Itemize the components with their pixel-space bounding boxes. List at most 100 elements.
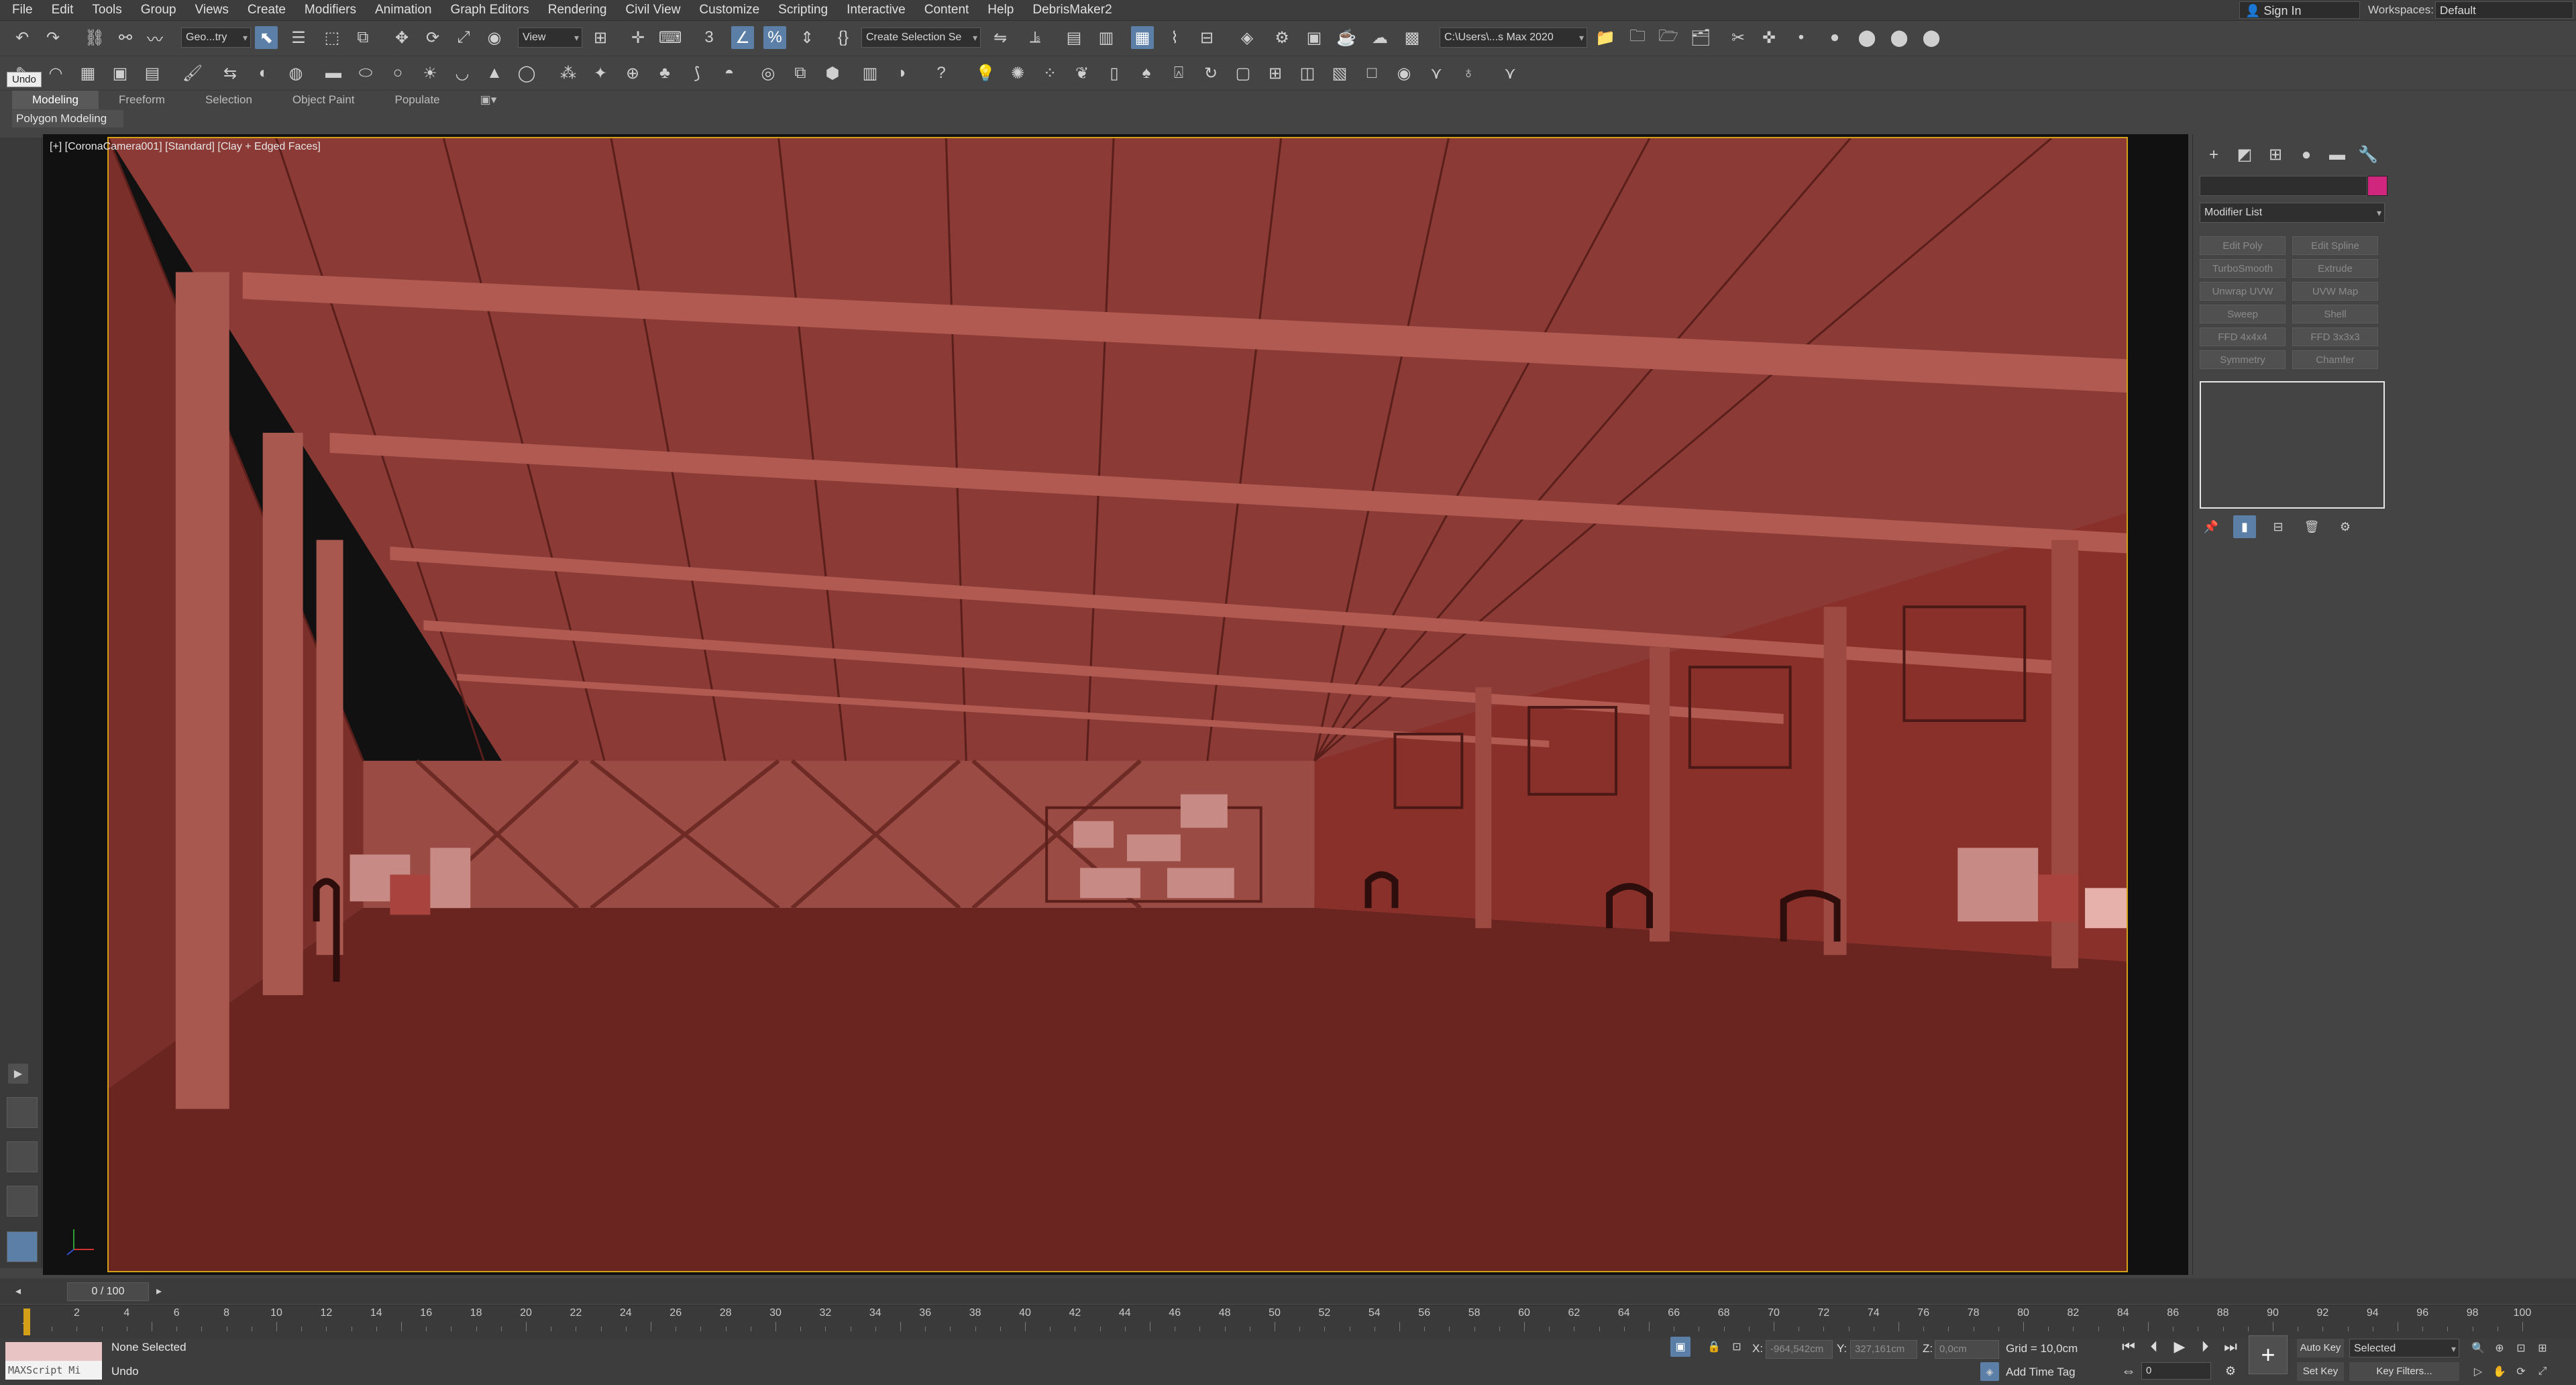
menu-animation[interactable]: Animation [366,0,441,20]
scatter-icon[interactable]: ⁂ [557,62,580,85]
menu-views[interactable]: Views [186,0,238,20]
menu-content[interactable]: Content [915,0,979,20]
place-icon[interactable]: ◉ [483,26,506,49]
debris-xl-sphere-icon[interactable]: ⬤ [1920,26,1943,49]
help-circle-icon[interactable]: ? [930,62,953,85]
utilities-icon[interactable]: 🔧 [2355,144,2381,166]
uvw-map-button[interactable]: UVW Map [2292,282,2378,301]
menu-interactive[interactable]: Interactive [837,0,915,20]
set-project-icon[interactable]: 📁 [1594,26,1617,49]
key-mode-icon[interactable]: ⇔ [2118,1361,2139,1381]
configure-modifier-sets-icon[interactable]: ⚙ [2334,515,2357,538]
layout-single-icon[interactable] [7,1231,38,1262]
save-project-icon[interactable]: 🗁 [1657,26,1680,49]
angle-snap-icon[interactable]: ∠ [731,26,754,49]
debris-dot-small-icon[interactable]: • [1790,26,1813,49]
shell-button[interactable]: Shell [2292,305,2378,323]
menu-rendering[interactable]: Rendering [539,0,616,20]
next-frame-icon[interactable]: ⏵ [2195,1337,2215,1357]
snaps-toggle-icon[interactable]: 3 [698,26,720,49]
globe-icon[interactable]: ◎ [757,62,780,85]
modify-icon[interactable]: ◩ [2232,144,2257,166]
edit-named-sel-icon[interactable]: {} [832,26,855,49]
select-manipulate-icon[interactable]: ✛ [627,26,649,49]
material-slot-icon[interactable]: ◍ [284,62,307,85]
maxscript-listener[interactable]: MAXScript Mi [5,1342,102,1380]
menu-modifiers[interactable]: Modifiers [295,0,366,20]
set-keys-icon[interactable]: + [2249,1335,2288,1374]
transform-toolbox-icon[interactable]: ⇆ [219,62,241,85]
toggle-ribbon-icon[interactable]: ▦ [1131,26,1154,49]
tab-object-paint[interactable]: Object Paint [272,91,375,109]
go-to-start-icon[interactable]: ⏮ [2118,1337,2139,1357]
scene-explorer-icon[interactable]: ▤ [1063,26,1085,49]
cone-primitive-icon[interactable]: ▲ [483,62,506,85]
window-crossing-icon[interactable]: ⧉ [352,26,374,49]
frame-counter[interactable]: 0 / 100 [67,1282,149,1301]
menu-file[interactable]: File [3,0,42,20]
sweep-button[interactable]: Sweep [2200,305,2286,323]
schematic-view-icon[interactable]: ⊟ [1195,26,1218,49]
auto-key-button[interactable]: Auto Key [2297,1339,2344,1357]
tree-icon[interactable]: ♠ [1135,62,1158,85]
create-icon[interactable]: + [2201,144,2226,166]
select-by-name-icon[interactable]: ☰ [287,26,310,49]
time-tag-icon[interactable]: ◈ [1980,1362,1999,1381]
pan-view-icon[interactable]: ✋ [2490,1362,2509,1381]
absolute-mode-icon[interactable]: ⊡ [1727,1337,1747,1357]
make-unique-icon[interactable]: ⊟ [2267,515,2290,538]
xref-icon[interactable]: ▤ [141,62,164,85]
tab-selection[interactable]: Selection [185,91,272,109]
material-editor-icon[interactable]: ◈ [1236,26,1258,49]
playhead[interactable] [23,1309,30,1335]
tab-populate[interactable]: Populate [375,91,460,109]
layout-split-icon[interactable] [7,1141,38,1172]
asset-tracking-icon[interactable]: ▩ [1401,26,1424,49]
proxy-icon[interactable]: ⊕ [621,62,644,85]
modifier-stack[interactable] [2200,381,2385,509]
debris-dot-icon[interactable]: ● [1823,26,1846,49]
plant-icon[interactable]: ❦ [1071,62,1093,85]
scale-icon[interactable]: ⤢ [452,26,475,49]
project-settings-icon[interactable]: 🗂 [1689,26,1712,49]
camera-viewport[interactable] [107,137,2128,1272]
square-icon[interactable]: □ [1360,62,1383,85]
select-object-icon[interactable]: ⬉ [255,26,278,49]
pivot-icon[interactable]: ⊞ [589,26,612,49]
render-elements-icon[interactable]: ⬢ [821,62,844,85]
motion-icon[interactable]: ● [2294,144,2319,166]
zoom-extents-icon[interactable]: ⊡ [2512,1339,2530,1357]
polygon-modeling-label[interactable]: Polygon Modeling [12,110,123,127]
track-bar[interactable]: ⟋ 02468101214161820222426283032343638404… [0,1305,2576,1339]
ribbon-options-icon[interactable]: ▣▾ [460,91,517,109]
rect-selection-icon[interactable]: ⬚ [321,26,343,49]
selection-filter-dropdown[interactable]: Geo...try [181,28,251,48]
time-slider[interactable]: ◂ ▸ [0,1278,2576,1304]
align-icon[interactable]: ⫡ [1024,26,1046,49]
previous-frame-icon[interactable]: ⏴ [2144,1337,2164,1357]
sphere-primitive-icon[interactable]: ○ [386,62,409,85]
lasso-icon[interactable]: ◠ [44,62,67,85]
display-icon[interactable]: ▬ [2324,144,2350,166]
double-chevron-icon[interactable]: ⋎ [1425,62,1448,85]
book-icon[interactable]: ▯ [1103,62,1126,85]
frame-icon[interactable]: ▢ [1232,62,1254,85]
mirror-icon[interactable]: ⇋ [989,26,1012,49]
add-time-tag[interactable]: Add Time Tag [2006,1366,2076,1379]
tab-freeform[interactable]: Freeform [99,91,185,109]
image-icon[interactable]: ▧ [1328,62,1351,85]
grid-snap-icon[interactable]: ▦ [76,62,99,85]
gear-light-icon[interactable]: ✺ [1006,62,1029,85]
turbosmooth-button[interactable]: TurboSmooth [2200,259,2286,278]
menu-help[interactable]: Help [978,0,1023,20]
rock-icon[interactable]: ◓ [718,62,741,85]
refresh-icon[interactable]: ↻ [1199,62,1222,85]
layout-triple-icon[interactable] [7,1186,38,1217]
box-primitive-icon[interactable]: ▬ [322,62,345,85]
project-folder-icon[interactable]: 🗀 [1626,26,1649,49]
zoom-icon[interactable]: 🔍 [2469,1339,2487,1357]
zoom-extents-all-icon[interactable]: ⊞ [2533,1339,2552,1357]
eye-icon[interactable]: ◉ [1393,62,1415,85]
field-of-view-icon[interactable]: ▷ [2469,1362,2487,1381]
workspace-select[interactable]: Default [2435,1,2573,19]
